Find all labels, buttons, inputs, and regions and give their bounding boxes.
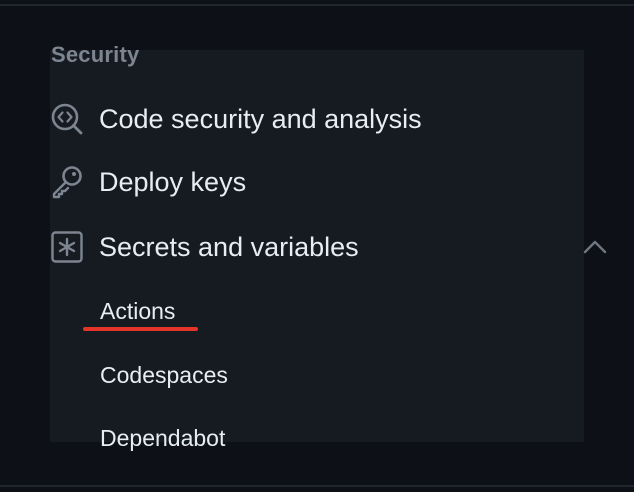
subnav-item-actions[interactable]: Actions — [100, 293, 175, 329]
nav-item-label: Deploy keys — [99, 166, 247, 197]
key-asterisk-icon — [50, 230, 84, 264]
section-heading-security: Security — [51, 42, 140, 67]
active-indicator — [83, 327, 198, 331]
key-icon — [50, 165, 84, 199]
subnav-item-dependabot[interactable]: Dependabot — [100, 420, 225, 456]
nav-item-label: Code security and analysis — [99, 103, 422, 134]
nav-item-code-security[interactable]: Code security and analysis — [50, 97, 630, 141]
bottom-divider — [0, 485, 634, 487]
top-divider — [0, 4, 634, 6]
subnav-item-codespaces[interactable]: Codespaces — [100, 357, 228, 393]
nav-item-label: Secrets and variables — [99, 231, 359, 262]
chevron-up-icon[interactable] — [580, 233, 610, 261]
codescan-icon — [50, 102, 84, 136]
nav-item-deploy-keys[interactable]: Deploy keys — [50, 160, 630, 204]
nav-item-secrets-and-variables[interactable]: Secrets and variables — [50, 225, 630, 269]
